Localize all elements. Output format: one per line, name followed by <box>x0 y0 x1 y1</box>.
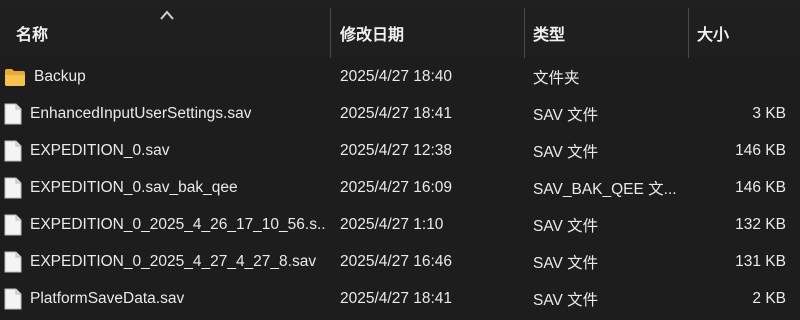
file-size: 146 KB <box>735 178 786 196</box>
file-name: Backup <box>34 67 86 85</box>
file-date: 2025/4/27 18:41 <box>340 104 453 122</box>
file-icon <box>4 177 22 198</box>
file-name-cell: EXPEDITION_0.sav <box>4 132 326 169</box>
file-name-cell: EXPEDITION_0_2025_4_27_4_27_8.sav <box>4 243 326 280</box>
column-header-name-label: 名称 <box>16 27 49 44</box>
file-size: 2 KB <box>752 289 786 307</box>
file-icon <box>4 140 22 161</box>
file-icon <box>4 251 22 272</box>
file-date: 2025/4/27 12:38 <box>340 141 453 159</box>
file-type: 文件夹 <box>533 69 580 87</box>
file-row[interactable]: EXPEDITION_0_2025_4_27_4_27_8.sav 2025/4… <box>0 243 800 280</box>
file-type: SAV_BAK_QEE 文... <box>533 180 677 198</box>
column-header-size[interactable]: 大小 <box>697 8 797 58</box>
file-size <box>690 58 786 95</box>
file-name-cell: Backup <box>4 58 326 95</box>
file-row[interactable]: PlatformSaveData.sav 2025/4/27 18:41 SAV… <box>0 280 800 317</box>
file-date: 2025/4/27 18:40 <box>340 67 453 85</box>
file-type: SAV 文件 <box>533 254 599 272</box>
file-row[interactable]: EnhancedInputUserSettings.sav 2025/4/27 … <box>0 95 800 132</box>
file-row[interactable]: EXPEDITION_0.sav_bak_qee 2025/4/27 16:09… <box>0 169 800 206</box>
file-type: SAV 文件 <box>533 217 599 235</box>
folder-icon <box>5 68 25 86</box>
file-size: 131 KB <box>735 252 786 270</box>
column-divider[interactable] <box>524 8 525 58</box>
file-name: EXPEDITION_0.sav <box>30 141 170 159</box>
file-type: SAV 文件 <box>533 291 599 309</box>
file-row[interactable]: EXPEDITION_0_2025_4_26_17_10_56.s... 202… <box>0 206 800 243</box>
column-header-size-label: 大小 <box>697 27 730 44</box>
toolbar-edge <box>0 0 800 8</box>
column-divider[interactable] <box>688 8 689 58</box>
file-size: 146 KB <box>735 141 786 159</box>
file-list: Backup 2025/4/27 18:40 文件夹 EnhancedInput… <box>0 58 800 317</box>
column-header-type-label: 类型 <box>533 27 566 44</box>
column-header-name[interactable]: 名称 <box>16 8 326 58</box>
file-name: EXPEDITION_0_2025_4_27_4_27_8.sav <box>30 252 317 270</box>
file-name-cell: EnhancedInputUserSettings.sav <box>4 95 326 132</box>
column-header-type[interactable]: 类型 <box>533 8 683 58</box>
column-divider[interactable] <box>330 8 331 58</box>
file-size: 3 KB <box>752 104 786 122</box>
file-date: 2025/4/27 18:41 <box>340 289 453 307</box>
file-type: SAV 文件 <box>533 143 599 161</box>
file-type: SAV 文件 <box>533 106 599 124</box>
file-name-cell: EXPEDITION_0.sav_bak_qee <box>4 169 326 206</box>
file-date: 2025/4/27 1:10 <box>340 215 444 233</box>
file-explorer-details-view: 名称 修改日期 类型 大小 Backup 2025/4/27 18:40 文件夹 <box>0 0 800 320</box>
column-header-date[interactable]: 修改日期 <box>340 8 520 58</box>
file-name-cell: EXPEDITION_0_2025_4_26_17_10_56.s... <box>4 206 326 243</box>
column-header-date-label: 修改日期 <box>340 27 405 44</box>
column-header-row: 名称 修改日期 类型 大小 <box>0 8 800 58</box>
file-row-backup[interactable]: Backup 2025/4/27 18:40 文件夹 <box>0 58 800 95</box>
file-name: PlatformSaveData.sav <box>30 289 185 307</box>
file-icon <box>4 214 22 235</box>
file-icon <box>4 103 22 124</box>
file-name: EXPEDITION_0.sav_bak_qee <box>30 178 238 196</box>
file-date: 2025/4/27 16:46 <box>340 252 453 270</box>
file-row[interactable]: EXPEDITION_0.sav 2025/4/27 12:38 SAV 文件 … <box>0 132 800 169</box>
file-size: 132 KB <box>735 215 786 233</box>
file-name: EXPEDITION_0_2025_4_26_17_10_56.s... <box>30 215 326 233</box>
file-name-cell: PlatformSaveData.sav <box>4 280 326 317</box>
file-date: 2025/4/27 16:09 <box>340 178 453 196</box>
file-name: EnhancedInputUserSettings.sav <box>30 104 252 122</box>
file-icon <box>4 288 22 309</box>
